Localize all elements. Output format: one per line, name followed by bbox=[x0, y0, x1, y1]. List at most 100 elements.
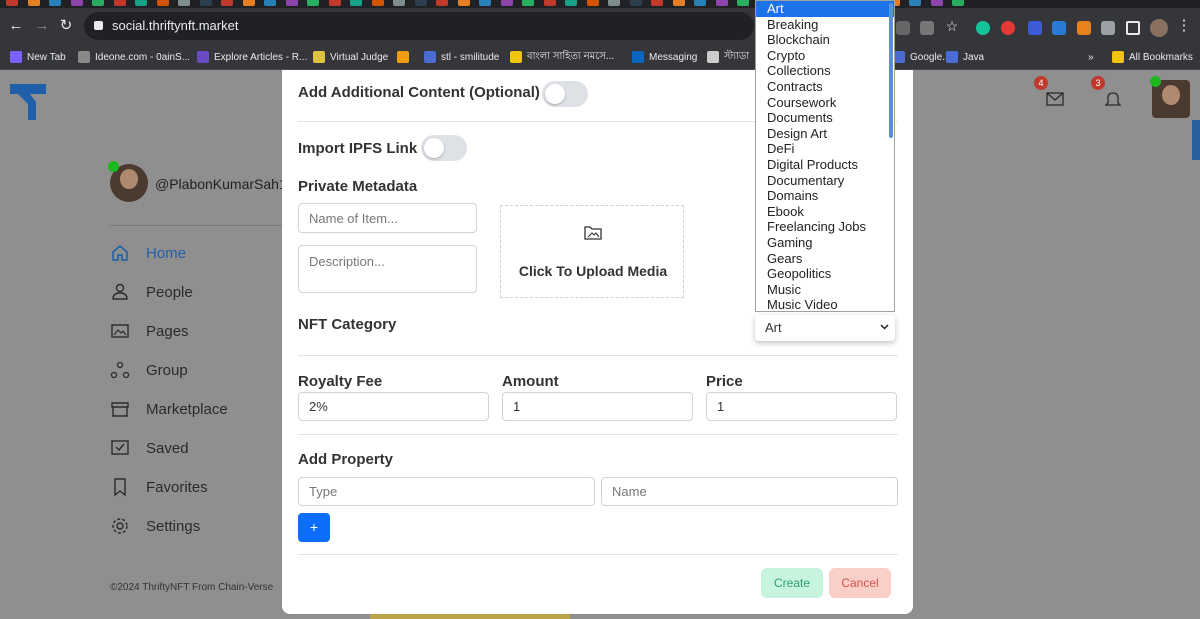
browser-tab[interactable] bbox=[49, 0, 61, 6]
browser-tab[interactable] bbox=[113, 0, 126, 6]
grammarly-icon[interactable] bbox=[976, 21, 990, 35]
bookmark-item[interactable]: Google... bbox=[893, 49, 951, 65]
browser-tab[interactable] bbox=[694, 0, 706, 6]
browser-tab[interactable] bbox=[371, 0, 384, 6]
category-option[interactable]: Gears bbox=[756, 251, 894, 267]
sidebar-item-people[interactable]: People bbox=[110, 280, 193, 304]
item-name-input[interactable] bbox=[298, 203, 477, 233]
bookmark-item[interactable]: Java bbox=[946, 49, 984, 65]
browser-tab[interactable] bbox=[199, 0, 212, 6]
bookmark-item[interactable] bbox=[397, 49, 414, 65]
browser-tab[interactable] bbox=[221, 0, 233, 6]
metamask-icon[interactable] bbox=[1077, 21, 1091, 35]
bookmark-item[interactable]: Explore Articles - R... bbox=[197, 49, 307, 65]
royalty-fee-input[interactable] bbox=[298, 392, 489, 421]
browser-tab[interactable] bbox=[565, 0, 577, 6]
browser-tab[interactable] bbox=[307, 0, 319, 6]
browser-tab[interactable] bbox=[715, 0, 728, 6]
browser-tab[interactable] bbox=[436, 0, 448, 6]
thriftynft-logo[interactable] bbox=[8, 80, 50, 120]
sidebar-item-marketplace[interactable]: Marketplace bbox=[110, 397, 228, 421]
upload-media-dropzone[interactable]: Click To Upload Media bbox=[500, 205, 684, 298]
nft-category-select[interactable]: Art bbox=[755, 315, 895, 341]
category-option[interactable]: Design Art bbox=[756, 126, 894, 142]
browser-tab[interactable] bbox=[952, 0, 964, 6]
amount-input[interactable] bbox=[502, 392, 693, 421]
mail-icon[interactable] bbox=[1046, 90, 1064, 108]
category-option[interactable]: Domains bbox=[756, 188, 894, 204]
share-icon[interactable] bbox=[920, 21, 934, 35]
bookmark-item[interactable]: New Tab bbox=[10, 49, 66, 65]
browser-tab[interactable] bbox=[264, 0, 276, 6]
bookmark-item[interactable]: stl - smilitude bbox=[424, 49, 499, 65]
category-option[interactable]: Freelancing Jobs bbox=[756, 219, 894, 235]
omnibox[interactable]: social.thriftynft.market bbox=[84, 12, 754, 40]
sidebar-item-home[interactable]: Home bbox=[110, 241, 186, 265]
browser-tab[interactable] bbox=[586, 0, 599, 6]
browser-tab[interactable] bbox=[500, 0, 513, 6]
browser-tab[interactable] bbox=[70, 0, 83, 6]
category-option[interactable]: Contracts bbox=[756, 79, 894, 95]
browser-tab[interactable] bbox=[27, 0, 40, 6]
dropdown-scrollbar[interactable] bbox=[889, 3, 893, 138]
cancel-button[interactable]: Cancel bbox=[829, 568, 891, 598]
category-option[interactable]: Ebook bbox=[756, 204, 894, 220]
category-option[interactable]: Gaming bbox=[756, 235, 894, 251]
browser-tab[interactable] bbox=[350, 0, 362, 6]
sidebar-item-saved[interactable]: Saved bbox=[110, 436, 189, 460]
property-name-input[interactable] bbox=[601, 477, 898, 506]
bookmark-item[interactable]: » bbox=[1088, 49, 1094, 65]
reload-icon[interactable]: ↻ bbox=[58, 18, 74, 34]
browser-tab[interactable] bbox=[543, 0, 556, 6]
puzzle-icon[interactable] bbox=[1101, 21, 1115, 35]
forward-icon[interactable]: → bbox=[34, 18, 50, 34]
category-option[interactable]: Blockchain bbox=[756, 32, 894, 48]
star-icon[interactable]: ☆ bbox=[944, 18, 960, 34]
sidebar-username[interactable]: @PlabonKumarSah1@ bbox=[155, 176, 301, 192]
browser-tab[interactable] bbox=[651, 0, 663, 6]
create-button[interactable]: Create bbox=[761, 568, 823, 598]
category-option[interactable]: Music Video bbox=[756, 297, 894, 311]
extension-icon[interactable] bbox=[896, 21, 910, 35]
category-option[interactable]: Crypto bbox=[756, 48, 894, 64]
vscode-icon[interactable] bbox=[1052, 21, 1066, 35]
bookmark-item[interactable]: স্ট্যাডা bbox=[707, 49, 749, 65]
price-input[interactable] bbox=[706, 392, 897, 421]
category-option[interactable]: Collections bbox=[756, 63, 894, 79]
browser-tab[interactable] bbox=[6, 0, 18, 6]
browser-tab[interactable] bbox=[737, 0, 749, 6]
additional-content-toggle[interactable] bbox=[542, 81, 588, 107]
browser-tab[interactable] bbox=[909, 0, 921, 6]
browser-tab[interactable] bbox=[328, 0, 341, 6]
category-option[interactable]: Documents bbox=[756, 110, 894, 126]
extension-badge-icon[interactable] bbox=[1028, 21, 1042, 35]
browser-tab[interactable] bbox=[608, 0, 620, 6]
browser-tab[interactable] bbox=[285, 0, 298, 6]
browser-tab[interactable] bbox=[242, 0, 255, 6]
browser-tab[interactable] bbox=[930, 0, 943, 6]
description-textarea[interactable] bbox=[298, 245, 477, 293]
category-option[interactable]: DeFi bbox=[756, 141, 894, 157]
back-icon[interactable]: ← bbox=[8, 18, 24, 34]
browser-tab[interactable] bbox=[522, 0, 534, 6]
sidebar-item-settings[interactable]: Settings bbox=[110, 514, 200, 538]
category-option[interactable]: Coursework bbox=[756, 95, 894, 111]
menu-kebab-icon[interactable]: ⋮ bbox=[1176, 18, 1192, 34]
browser-tab[interactable] bbox=[457, 0, 470, 6]
bell-icon[interactable] bbox=[1104, 90, 1122, 108]
sidebar-item-pages[interactable]: Pages bbox=[110, 319, 189, 343]
browser-tab[interactable] bbox=[178, 0, 190, 6]
category-dropdown-list[interactable]: Art Breaking Blockchain Crypto Collections Co… bbox=[755, 0, 895, 312]
browser-tab[interactable] bbox=[414, 0, 427, 6]
property-type-input[interactable] bbox=[298, 477, 595, 506]
sidebar-item-favorites[interactable]: Favorites bbox=[110, 475, 208, 499]
category-option[interactable]: Breaking bbox=[756, 17, 894, 33]
category-option[interactable]: Documentary bbox=[756, 173, 894, 189]
bookmark-item[interactable]: বাংলা সাহিত্য নমসে... bbox=[510, 49, 614, 65]
browser-tab[interactable] bbox=[135, 0, 147, 6]
browser-tab[interactable] bbox=[629, 0, 642, 6]
tab-strip[interactable] bbox=[0, 0, 1200, 8]
category-option[interactable]: Geopolitics bbox=[756, 266, 894, 282]
sidepanel-icon[interactable] bbox=[1126, 21, 1140, 35]
profile-avatar[interactable] bbox=[1150, 19, 1168, 37]
